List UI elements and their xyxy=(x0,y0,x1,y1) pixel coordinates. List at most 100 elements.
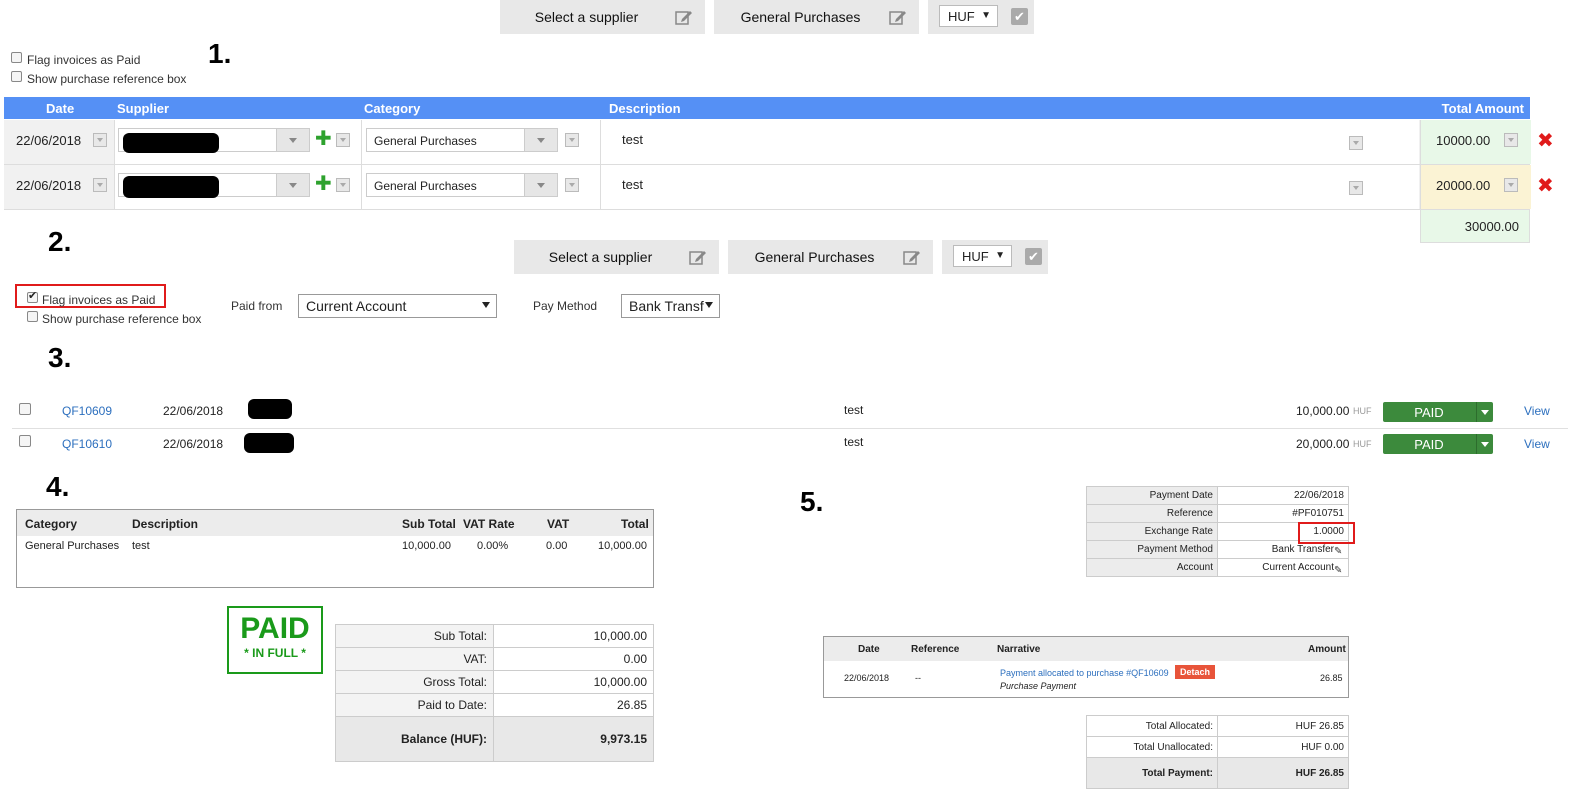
col-category: Category xyxy=(364,101,421,116)
select-supplier-label: Select a supplier xyxy=(548,249,653,265)
flag-paid-checkbox[interactable] xyxy=(11,52,22,63)
grid-header: Date Supplier Category Description Total… xyxy=(4,97,1530,119)
step-label: 1. xyxy=(208,38,232,69)
delete-row-icon[interactable]: ✖ xyxy=(1537,131,1554,151)
paid-status-button[interactable]: PAID xyxy=(1383,434,1493,454)
step-label: 4. xyxy=(46,471,70,502)
total-payment-value: HUF 26.85 xyxy=(1217,757,1349,789)
pencil-icon[interactable]: ✎ xyxy=(1334,546,1342,557)
supplier-dropdown-icon[interactable] xyxy=(336,178,350,192)
total-value: HUF 0.00 xyxy=(1217,736,1349,758)
confirm-check-icon[interactable]: ✔ xyxy=(1011,8,1028,25)
description-dropdown-icon[interactable] xyxy=(1349,181,1363,195)
detach-button[interactable]: Detach xyxy=(1175,665,1216,679)
line-sub-total: 10,000.00 xyxy=(402,540,451,552)
invoice-amount: 10,000.00 xyxy=(1296,404,1350,418)
payment-info-label: Payment Method xyxy=(1086,540,1218,559)
edit-icon[interactable] xyxy=(887,6,909,28)
row-checkbox[interactable] xyxy=(19,435,31,447)
payment-info-value: #PF010751 xyxy=(1217,504,1349,523)
invoice-ref-link[interactable]: QF10610 xyxy=(62,437,112,451)
flag-paid-label: Flag invoices as Paid xyxy=(42,293,156,307)
row-amount[interactable]: 20000.00 xyxy=(1436,178,1490,193)
show-ref-label: Show purchase reference box xyxy=(27,72,187,86)
table-row: 22/06/2018 ✚ General Purchases test 2000… xyxy=(4,165,1531,210)
invoice-summary: Sub Total: 10,000.00 VAT: 0.00 Gross Total… xyxy=(335,624,654,762)
account-value: Current Account xyxy=(1217,558,1349,577)
amount-dropdown-icon[interactable] xyxy=(1504,133,1518,147)
pay-method-select[interactable]: Bank Transf xyxy=(621,294,720,318)
col-total: Total xyxy=(621,517,649,531)
summary-value: 10,000.00 xyxy=(493,624,654,648)
confirm-check-icon[interactable]: ✔ xyxy=(1025,248,1042,265)
redacted-supplier xyxy=(244,433,294,453)
step-label: 5. xyxy=(800,486,824,517)
paid-from-select[interactable]: Current Account xyxy=(298,294,497,318)
col-vat-rate: VAT Rate xyxy=(463,517,515,531)
invoice-currency: HUF xyxy=(1353,406,1372,416)
show-ref-checkbox[interactable] xyxy=(27,311,38,322)
delete-row-icon[interactable]: ✖ xyxy=(1537,176,1554,196)
category-value: General Purchases xyxy=(374,134,477,148)
currency-value: HUF xyxy=(948,8,975,24)
invoice-ref-link[interactable]: QF10609 xyxy=(62,404,112,418)
flag-paid-checkbox[interactable] xyxy=(27,289,38,303)
payment-info-label: Account xyxy=(1086,558,1218,577)
stamp-sub: * IN FULL * xyxy=(244,646,306,660)
alloc-narrative-link[interactable]: Payment allocated to purchase #QF10609 xyxy=(1000,668,1169,678)
paid-status-button[interactable]: PAID xyxy=(1383,402,1493,422)
category-button[interactable]: General Purchases xyxy=(728,240,933,274)
col-narrative: Narrative xyxy=(997,644,1041,655)
total-label: Total Unallocated: xyxy=(1086,736,1218,758)
caret-icon: ▼ xyxy=(995,250,1005,261)
alloc-date: 22/06/2018 xyxy=(844,673,890,683)
invoice-currency: HUF xyxy=(1353,439,1372,449)
edit-icon[interactable] xyxy=(673,6,695,28)
category-value: General Purchases xyxy=(374,179,477,193)
category-label: General Purchases xyxy=(754,249,875,265)
amount-dropdown-icon[interactable] xyxy=(1504,178,1518,192)
payment-info-label: Payment Date xyxy=(1086,486,1218,505)
invoice-lines-table: Category Description Sub Total VAT Rate … xyxy=(16,509,654,588)
category-dropdown-icon[interactable] xyxy=(565,178,579,192)
row-description[interactable]: test xyxy=(622,177,643,192)
invoice-description: test xyxy=(844,435,864,449)
category-select[interactable]: General Purchases xyxy=(366,128,558,152)
edit-icon[interactable] xyxy=(687,246,709,268)
select-supplier-button[interactable]: Select a supplier xyxy=(500,0,705,34)
date-dropdown-icon[interactable] xyxy=(93,178,107,192)
chevron-down-icon[interactable] xyxy=(1476,434,1493,454)
table-row: 22/06/2018 ✚ General Purchases test 1000… xyxy=(4,120,1531,165)
divider xyxy=(12,428,1568,429)
date-dropdown-icon[interactable] xyxy=(93,133,107,147)
summary-label: VAT: xyxy=(335,647,494,671)
row-amount[interactable]: 10000.00 xyxy=(1436,133,1490,148)
chevron-down-icon[interactable] xyxy=(1476,402,1493,422)
col-vat: VAT xyxy=(547,517,570,531)
paid-from-label: Paid from xyxy=(231,299,283,313)
select-supplier-button[interactable]: Select a supplier xyxy=(514,240,719,274)
row-checkbox[interactable] xyxy=(19,403,31,415)
line-vat: 0.00 xyxy=(546,540,568,552)
description-dropdown-icon[interactable] xyxy=(1349,136,1363,150)
add-supplier-icon[interactable]: ✚ xyxy=(315,129,332,149)
supplier-dropdown-icon[interactable] xyxy=(336,133,350,147)
redacted-supplier xyxy=(248,399,292,419)
view-link[interactable]: View xyxy=(1524,404,1550,418)
category-dropdown-icon[interactable] xyxy=(565,133,579,147)
show-ref-checkbox[interactable] xyxy=(11,71,22,82)
flag-paid-label: Flag invoices as Paid xyxy=(27,53,141,67)
pencil-icon[interactable]: ✎ xyxy=(1334,565,1342,576)
currency-select[interactable]: HUF ▼ xyxy=(939,5,998,27)
edit-icon[interactable] xyxy=(901,246,923,268)
col-supplier: Supplier xyxy=(117,101,170,116)
view-link[interactable]: View xyxy=(1524,437,1550,451)
category-select[interactable]: General Purchases xyxy=(366,173,558,197)
row-description[interactable]: test xyxy=(622,132,643,147)
summary-label: Sub Total: xyxy=(335,624,494,648)
currency-select[interactable]: HUF ▼ xyxy=(953,245,1012,267)
add-supplier-icon[interactable]: ✚ xyxy=(315,174,332,194)
paid-status-label: PAID xyxy=(1414,405,1444,420)
category-button[interactable]: General Purchases xyxy=(714,0,919,34)
paid-stamp: PAID * IN FULL * xyxy=(227,606,323,674)
